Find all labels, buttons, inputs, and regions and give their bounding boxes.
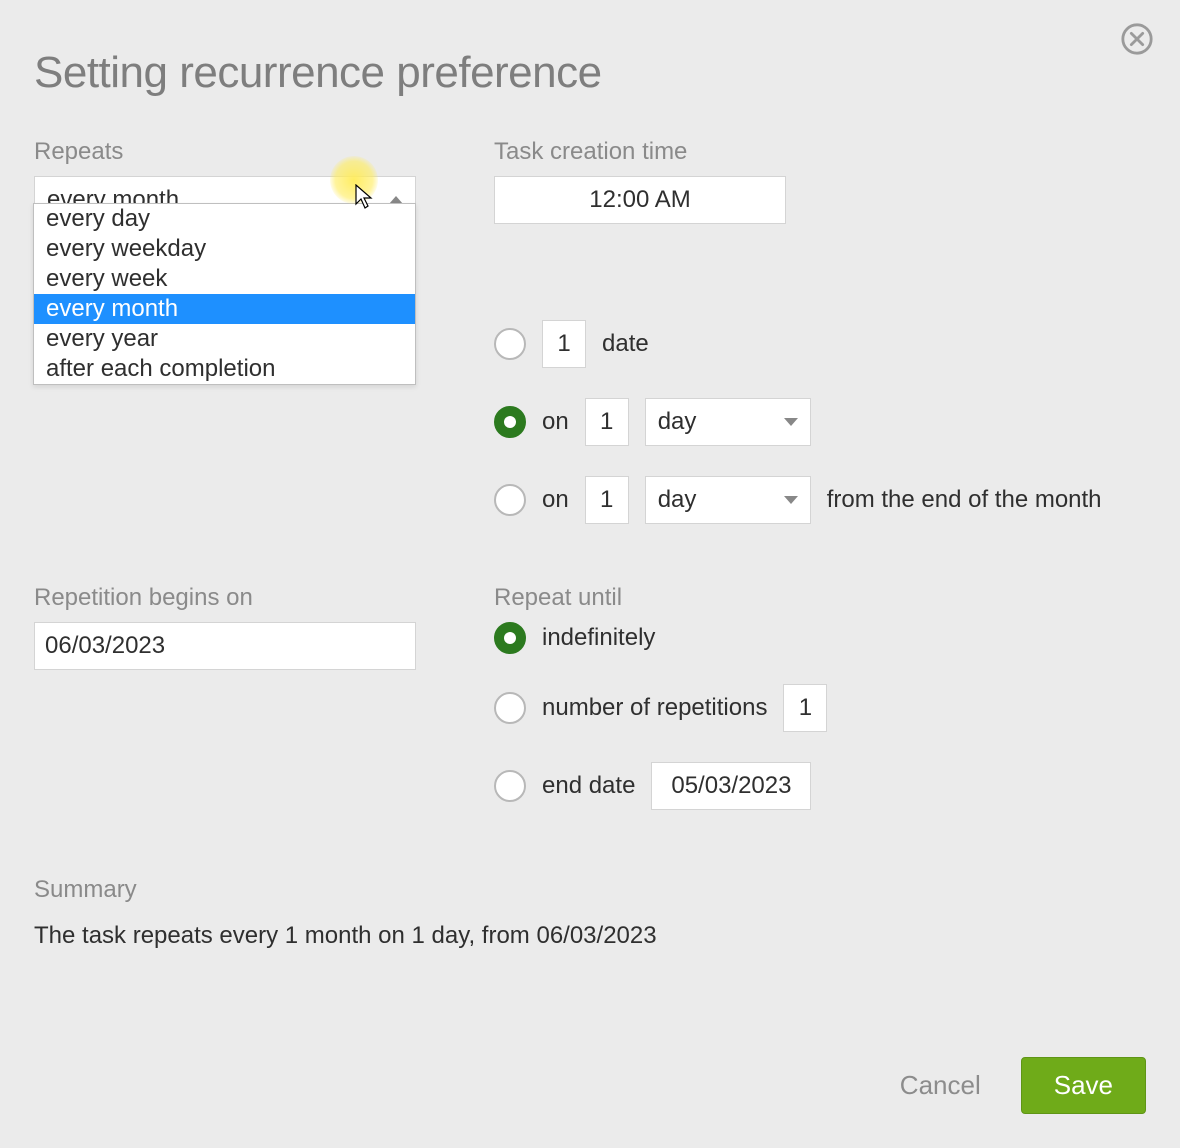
number-value-input[interactable] xyxy=(783,684,827,732)
on-prefix: on xyxy=(542,408,569,436)
repeats-option-after-completion[interactable]: after each completion xyxy=(34,354,415,384)
monthly-option-date-row: date xyxy=(494,320,1146,368)
date-label: date xyxy=(602,330,649,358)
from-end-prefix: on xyxy=(542,486,569,514)
recurrence-dialog: Setting recurrence preference Repeats ev… xyxy=(0,0,1180,1148)
on-day-unit-value: day xyxy=(658,408,697,436)
save-button[interactable]: Save xyxy=(1021,1057,1146,1114)
radio-on-day[interactable] xyxy=(494,406,526,438)
repeats-option-every-weekday[interactable]: every weekday xyxy=(34,234,415,264)
on-day-value-input[interactable] xyxy=(585,398,629,446)
chevron-down-icon xyxy=(784,418,798,426)
monthly-option-from-end-row: on day from the end of the month xyxy=(494,476,1146,524)
number-label: number of repetitions xyxy=(542,694,767,722)
repeat-until-indefinitely-row: indefinitely xyxy=(494,622,1146,654)
close-icon xyxy=(1120,22,1154,56)
summary-label: Summary xyxy=(34,876,1146,904)
repeats-option-every-month[interactable]: every month xyxy=(34,294,415,324)
close-button[interactable] xyxy=(1120,22,1154,56)
indefinitely-label: indefinitely xyxy=(542,624,655,652)
repetition-begins-input[interactable] xyxy=(34,622,416,670)
summary-text: The task repeats every 1 month on 1 day,… xyxy=(34,922,1146,950)
repetition-begins-label: Repetition begins on xyxy=(34,584,494,612)
monthly-option-on-day-row: on day xyxy=(494,398,1146,446)
repeats-option-every-year[interactable]: every year xyxy=(34,324,415,354)
chevron-down-icon xyxy=(784,496,798,504)
end-date-label: end date xyxy=(542,772,635,800)
end-date-input[interactable] xyxy=(651,762,811,810)
dialog-title: Setting recurrence preference xyxy=(34,48,1146,98)
repeats-label: Repeats xyxy=(34,138,494,166)
radio-date[interactable] xyxy=(494,328,526,360)
radio-from-end[interactable] xyxy=(494,484,526,516)
from-end-unit-select[interactable]: day xyxy=(645,476,811,524)
repeats-dropdown-menu[interactable]: every day every weekday every week every… xyxy=(33,203,416,385)
date-value-input[interactable] xyxy=(542,320,586,368)
repeat-until-label: Repeat until xyxy=(494,584,1146,612)
radio-end-date[interactable] xyxy=(494,770,526,802)
from-end-suffix: from the end of the month xyxy=(827,486,1102,514)
repeat-until-number-row: number of repetitions xyxy=(494,684,1146,732)
cancel-button[interactable]: Cancel xyxy=(890,1060,991,1111)
on-day-unit-select[interactable]: day xyxy=(645,398,811,446)
radio-indefinitely[interactable] xyxy=(494,622,526,654)
task-creation-time-label: Task creation time xyxy=(494,138,1146,166)
repeats-option-every-day[interactable]: every day xyxy=(34,204,415,234)
task-creation-time-input[interactable] xyxy=(494,176,786,224)
repeats-option-every-week[interactable]: every week xyxy=(34,264,415,294)
from-end-value-input[interactable] xyxy=(585,476,629,524)
from-end-unit-value: day xyxy=(658,486,697,514)
radio-number[interactable] xyxy=(494,692,526,724)
repeat-until-end-date-row: end date xyxy=(494,762,1146,810)
